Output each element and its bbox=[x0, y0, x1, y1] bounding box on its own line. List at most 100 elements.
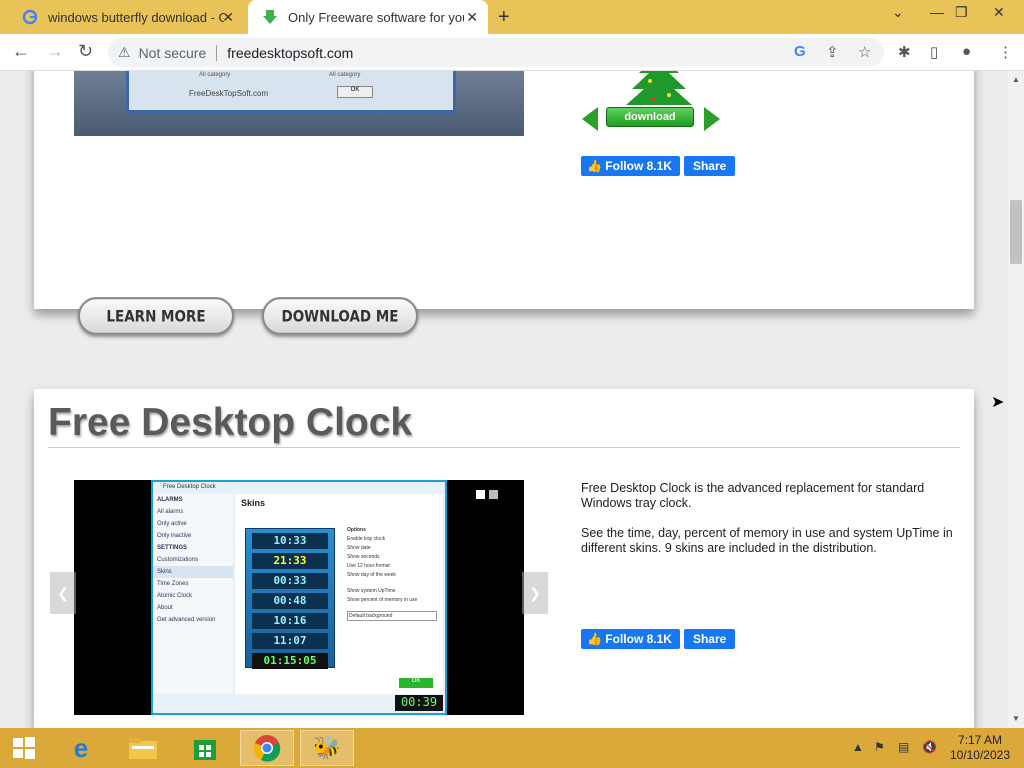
option-label: Show date bbox=[347, 545, 371, 551]
internet-explorer-icon[interactable]: e bbox=[54, 730, 108, 766]
option-label: Use 12 hour format bbox=[347, 563, 390, 569]
download-badge-button[interactable]: download bbox=[606, 107, 694, 127]
sidebar-item: Get advanced version bbox=[157, 617, 216, 623]
download-arrow-icon bbox=[262, 9, 278, 25]
download-me-button[interactable]: DOWNLOAD ME bbox=[262, 297, 418, 335]
extensions-puzzle-icon[interactable]: ✱ bbox=[898, 43, 911, 61]
facebook-follow-button[interactable]: 👍 Follow 8.1K bbox=[581, 156, 680, 176]
action-center-flag-icon[interactable]: ⚑ bbox=[874, 740, 885, 754]
share-icon[interactable]: ⇪ bbox=[826, 43, 839, 61]
profile-avatar-icon[interactable]: ● bbox=[962, 43, 971, 60]
page-scrollbar[interactable]: ▲ ▼ bbox=[1008, 71, 1024, 728]
follow-label: Follow 8.1K bbox=[605, 632, 672, 646]
tray-clock-preview: 00:39 bbox=[395, 695, 443, 711]
slider-dot[interactable] bbox=[489, 490, 498, 499]
facebook-follow-button[interactable]: 👍 Follow 8.1K bbox=[581, 629, 680, 649]
scroll-up-icon[interactable]: ▲ bbox=[1012, 75, 1020, 84]
description-paragraph: See the time, day, percent of memory in … bbox=[581, 526, 953, 555]
description-paragraph: Free Desktop Clock is the advanced repla… bbox=[581, 481, 925, 510]
sidebar-item: About bbox=[157, 605, 173, 611]
scroll-down-icon[interactable]: ▼ bbox=[1012, 714, 1020, 723]
volume-muted-icon[interactable]: 🔇 bbox=[922, 740, 937, 754]
forward-arrow-icon[interactable]: → bbox=[46, 41, 64, 62]
slider-prev-icon[interactable]: ❮ bbox=[50, 572, 76, 614]
security-label[interactable]: Not secure bbox=[139, 45, 207, 61]
thumbs-up-icon: 👍 bbox=[587, 159, 606, 173]
screenshot-slider[interactable]: Free Desktop Clock ALARMS All alarms Onl… bbox=[74, 480, 524, 715]
facebook-share-button[interactable]: Share bbox=[683, 629, 736, 649]
option-label: Options bbox=[347, 527, 366, 533]
tab-title: windows butterfly download - G bbox=[48, 9, 224, 25]
start-windows-icon[interactable] bbox=[0, 730, 48, 766]
system-clock[interactable]: 7:17 AM 10/10/2023 bbox=[950, 733, 1010, 763]
next-arrow-icon[interactable] bbox=[704, 107, 720, 131]
option-label: Show seconds bbox=[347, 554, 380, 560]
tab-freedesktopsoft[interactable]: Only Freeware software for your ✕ bbox=[248, 0, 488, 34]
new-tab-button[interactable]: + bbox=[498, 6, 510, 29]
category-label: All category bbox=[329, 72, 361, 78]
side-panel-icon[interactable]: ▯ bbox=[930, 43, 938, 61]
option-label: Show percent of memory in use bbox=[347, 597, 418, 603]
product-screenshot[interactable]: All category All category FreeDeskTopSof… bbox=[74, 71, 524, 136]
sidebar-item: All alarms bbox=[157, 509, 184, 515]
file-explorer-icon[interactable] bbox=[116, 730, 170, 766]
thumbs-up-icon: 👍 bbox=[587, 632, 606, 646]
google-lens-icon[interactable]: G bbox=[794, 43, 806, 60]
slider-dot[interactable] bbox=[476, 490, 485, 499]
tray-overflow-chevron-icon[interactable]: ▲ bbox=[852, 740, 864, 754]
restore-icon[interactable]: ❐ bbox=[955, 4, 968, 21]
reload-icon[interactable]: ↻ bbox=[78, 41, 93, 62]
windows-taskbar: e 🐝 ▲ ⚑ ▤ 🔇 7:17 AM 10/10/2023 bbox=[0, 728, 1024, 768]
address-bar[interactable]: ⚠ Not secure freedesktopsoft.com bbox=[108, 38, 884, 67]
chrome-icon[interactable] bbox=[240, 730, 294, 766]
clock-face: 10:16 bbox=[252, 613, 328, 629]
menu-kebab-icon[interactable]: ⋮ bbox=[998, 43, 1013, 61]
clock-face: 00:33 bbox=[252, 573, 328, 589]
follow-label: Follow 8.1K bbox=[605, 159, 672, 173]
skin-list: 10:33 21:33 00:33 00:48 10:16 11:07 01:1… bbox=[245, 528, 335, 669]
warning-icon[interactable]: ⚠ bbox=[118, 44, 131, 61]
divider bbox=[216, 44, 218, 61]
facebook-share-button[interactable]: Share bbox=[683, 156, 736, 176]
minimize-icon[interactable]: — bbox=[930, 4, 944, 20]
slider-next-icon[interactable]: ❯ bbox=[522, 572, 548, 614]
clock-face: 11:07 bbox=[252, 633, 328, 649]
sidebar-item: Only inactive bbox=[157, 533, 192, 539]
bookmark-star-icon[interactable]: ☆ bbox=[858, 43, 871, 61]
clock-face: 01:15:05 bbox=[252, 653, 328, 669]
app-panel-title: Skins bbox=[241, 498, 266, 508]
network-icon[interactable]: ▤ bbox=[898, 740, 909, 754]
back-arrow-icon[interactable]: ← bbox=[12, 41, 30, 62]
clock-date: 10/10/2023 bbox=[949, 748, 1010, 762]
sidebar-item: Atomic Clock bbox=[157, 593, 193, 599]
clock-face: 00:48 bbox=[252, 593, 328, 609]
scroll-thumb[interactable] bbox=[1010, 200, 1022, 264]
christmas-tree-icon[interactable] bbox=[614, 71, 704, 111]
category-label: All category bbox=[199, 72, 231, 78]
browser-toolbar: ← → ↻ ⚠ Not secure freedesktopsoft.com G… bbox=[0, 34, 1024, 71]
store-icon[interactable] bbox=[178, 730, 232, 766]
page-viewport: All category All category FreeDeskTopSof… bbox=[0, 71, 1008, 728]
learn-more-button[interactable]: LEARN MORE bbox=[78, 297, 234, 335]
option-label: Enable tray clock bbox=[347, 536, 386, 542]
close-tab-icon[interactable]: ✕ bbox=[222, 9, 234, 26]
url-text[interactable]: freedesktopsoft.com bbox=[227, 45, 353, 61]
tab-google-search[interactable]: windows butterfly download - G ✕ bbox=[8, 0, 244, 34]
sidebar-item: Skins bbox=[153, 566, 233, 578]
google-icon bbox=[22, 9, 38, 25]
bee-app-icon[interactable]: 🐝 bbox=[300, 730, 354, 766]
close-window-icon[interactable]: ✕ bbox=[993, 4, 1005, 21]
facebook-buttons: 👍 Follow 8.1K Share bbox=[581, 629, 736, 649]
app-window-title: Free Desktop Clock bbox=[163, 484, 216, 490]
app-window-preview: Free Desktop Clock ALARMS All alarms Onl… bbox=[151, 480, 447, 715]
tab-search-chevron-icon[interactable]: ⌄ bbox=[892, 4, 904, 21]
option-label: Show day of the week bbox=[347, 572, 396, 578]
app-window-preview: All category All category FreeDeskTopSof… bbox=[126, 71, 456, 113]
ok-button-preview: OK bbox=[337, 86, 373, 98]
close-tab-icon[interactable]: ✕ bbox=[466, 9, 478, 26]
app-sidebar: ALARMS All alarms Only active Only inact… bbox=[153, 494, 233, 694]
product-card-previous: All category All category FreeDeskTopSof… bbox=[34, 71, 974, 335]
divider bbox=[48, 447, 960, 448]
facebook-buttons: 👍 Follow 8.1K Share bbox=[581, 156, 736, 176]
previous-arrow-icon[interactable] bbox=[582, 107, 598, 131]
